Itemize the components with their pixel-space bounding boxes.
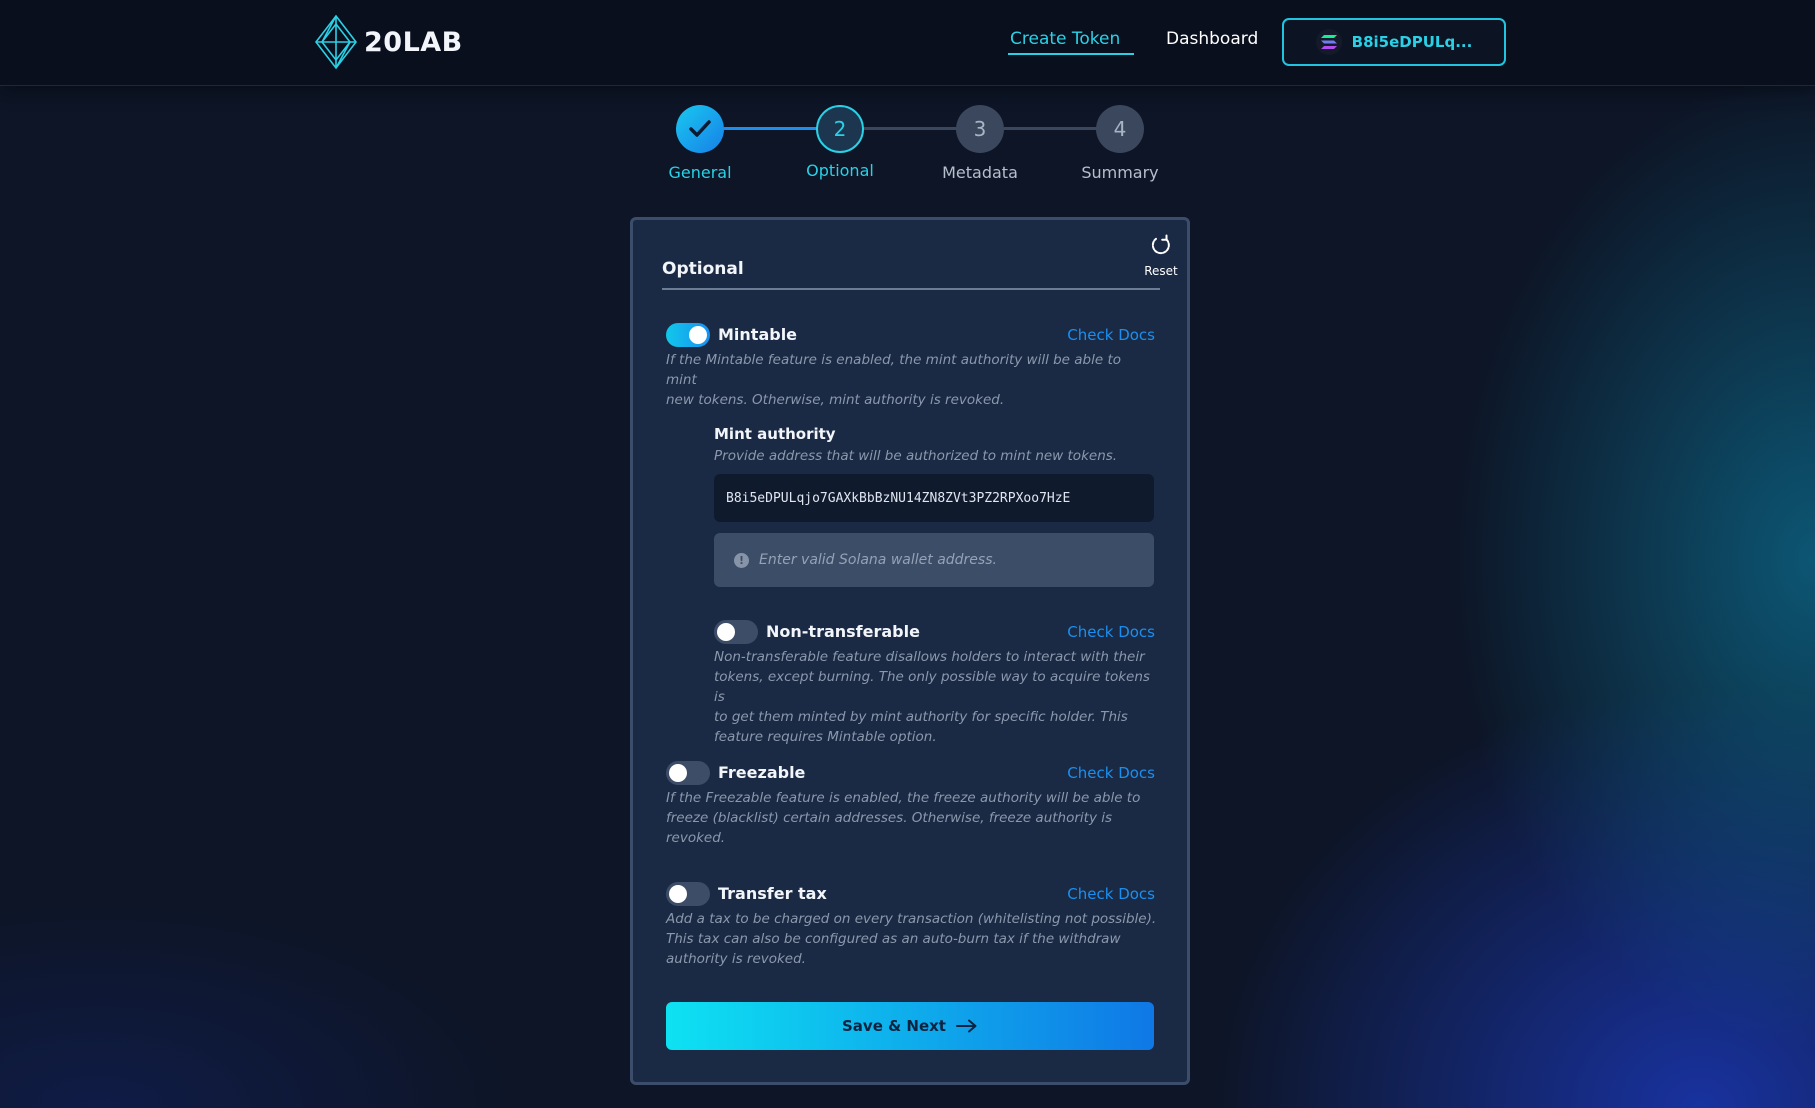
step-number-2: 2 [833,117,847,141]
brand-name: 20LAB [364,26,463,58]
desc-line: Add a tax to be charged on every transac… [666,911,1157,927]
step-metadata[interactable]: 3 [956,105,1004,153]
step-optional-active[interactable]: 2 [816,105,864,153]
transfer-tax-description: Add a tax to be charged on every transac… [666,909,1161,969]
non-transferable-check-docs-link[interactable]: Check Docs [1035,623,1155,641]
title-divider [662,288,1160,290]
check-icon [689,120,711,137]
mintable-label: Mintable [718,325,798,344]
desc-line: feature requires Mintable option. [714,729,937,745]
mint-authority-description: Provide address that will be authorized … [714,448,1118,464]
non-transferable-description: Non-transferable feature disallows holde… [714,647,1159,747]
step-number-3: 3 [973,117,987,141]
step-connector-1 [724,127,818,130]
freezable-check-docs-link[interactable]: Check Docs [1035,764,1155,782]
mint-authority-title: Mint authority [714,425,836,443]
transfer-tax-check-docs-link[interactable]: Check Docs [1035,885,1155,903]
mint-authority-address-input[interactable] [714,474,1154,522]
wallet-address-label: B8i5eDPULq... [1351,33,1473,51]
top-navbar: 20LAB Create Token Dashboard B8i5eDPULq.… [0,0,1815,86]
toggle-knob [717,623,735,641]
mintable-toggle[interactable] [666,323,710,347]
desc-line: If the Mintable feature is enabled, the … [666,352,1122,388]
transfer-tax-label: Transfer tax [718,884,827,903]
toggle-knob [669,885,687,903]
desc-line: Non-transferable feature disallows holde… [714,649,1145,665]
step-general-done[interactable] [676,105,724,153]
wallet-button[interactable]: B8i5eDPULq... [1282,18,1506,66]
nav-dashboard[interactable]: Dashboard [1166,29,1258,49]
exclamation-icon: ! [734,552,749,568]
card-title: Optional [662,259,744,279]
desc-line: freeze (blacklist) certain addresses. Ot… [666,810,1113,826]
non-transferable-label: Non-transferable [766,622,920,641]
save-and-next-button[interactable]: Save & Next [666,1002,1154,1050]
step-connector-2 [864,127,958,130]
solana-icon [1315,29,1342,55]
step-label-summary: Summary [1081,163,1159,182]
desc-line: to get them minted by mint authority for… [714,709,1128,725]
optional-settings-card: Optional Reset Mintable Check Docs If th… [630,217,1190,1085]
step-number-4: 4 [1113,117,1127,141]
non-transferable-toggle[interactable] [714,620,758,644]
desc-line: revoked. [666,830,726,846]
step-label-optional: Optional [806,161,874,180]
toggle-knob [689,326,707,344]
diamond-logo-icon [314,14,358,70]
transfer-tax-toggle[interactable] [666,882,710,906]
save-label: Save & Next [842,1017,946,1035]
step-summary[interactable]: 4 [1096,105,1144,153]
desc-line: This tax can also be configured as an au… [666,931,1121,947]
reset-icon [1151,234,1170,255]
toggle-knob [669,764,687,782]
error-text: Enter valid Solana wallet address. [759,552,997,568]
freezable-description: If the Freezable feature is enabled, the… [666,788,1156,848]
address-error-message: ! Enter valid Solana wallet address. [714,533,1154,587]
mintable-check-docs-link[interactable]: Check Docs [1035,326,1155,344]
step-label-general: General [668,163,732,182]
freezable-label: Freezable [718,763,806,782]
brand-logo[interactable]: 20LAB [312,14,463,70]
step-connector-3 [1004,127,1098,130]
reset-label: Reset [1144,264,1178,278]
freezable-toggle[interactable] [666,761,710,785]
desc-line: If the Freezable feature is enabled, the… [666,790,1141,806]
reset-button[interactable]: Reset [1139,234,1183,278]
mintable-description: If the Mintable feature is enabled, the … [666,350,1156,410]
nav-active-underline [1008,53,1134,55]
desc-line: new tokens. Otherwise, mint authority is… [666,392,1005,408]
desc-line: tokens, except burning. The only possibl… [714,669,1150,705]
arrow-right-icon [955,1019,977,1033]
desc-line: authority is revoked. [666,951,806,967]
step-label-metadata: Metadata [942,163,1018,182]
